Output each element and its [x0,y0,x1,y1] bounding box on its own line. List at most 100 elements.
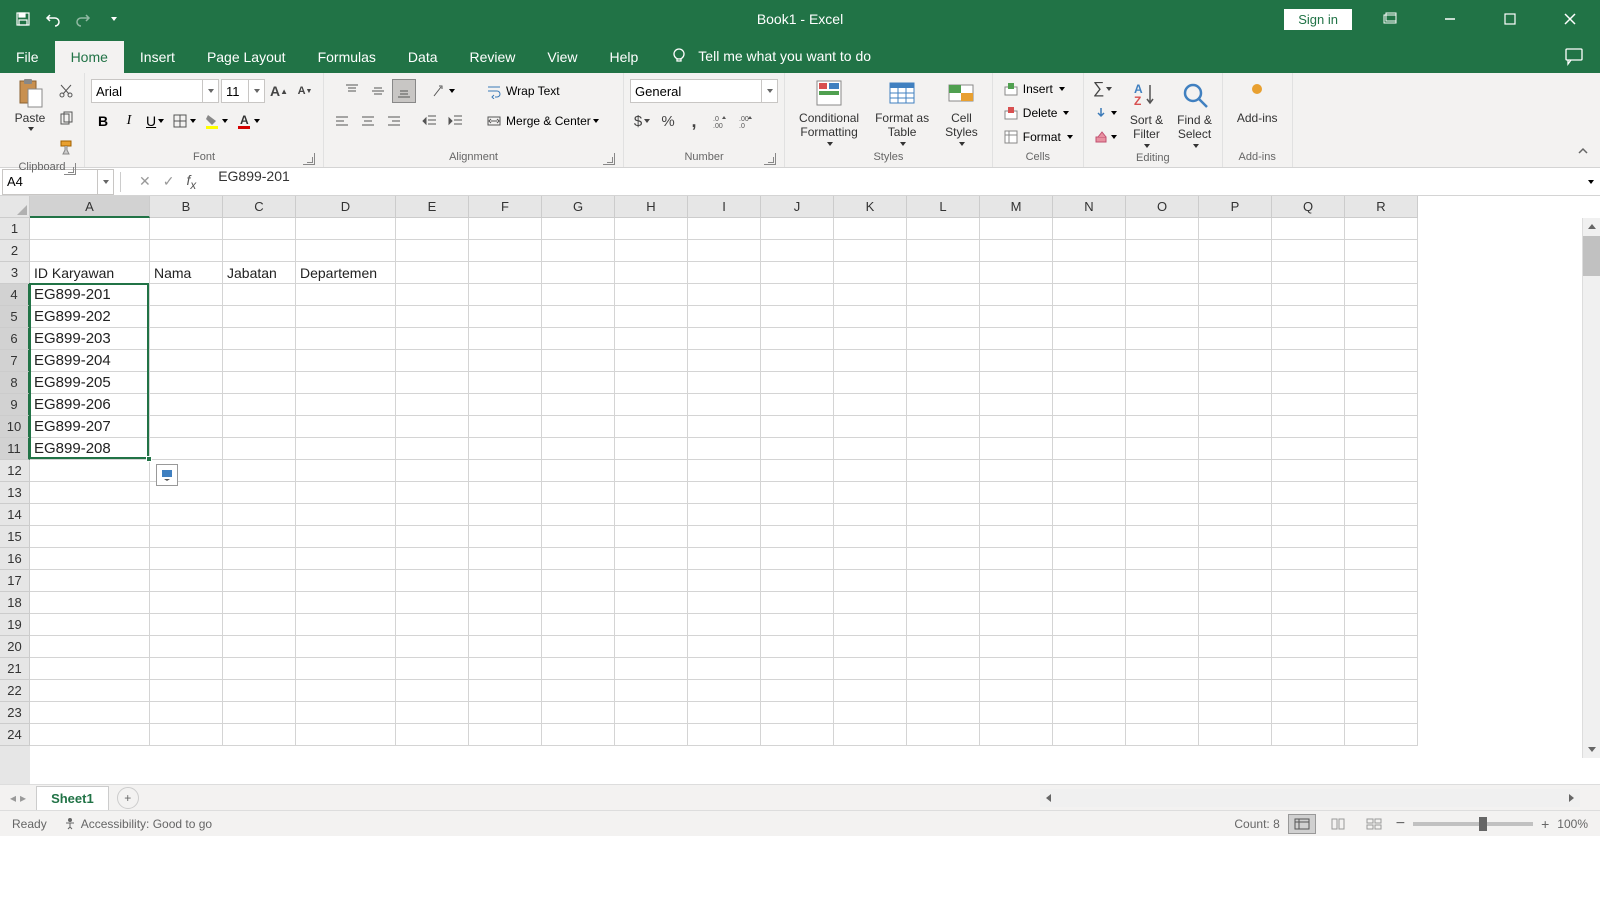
cell-P8[interactable] [1199,372,1272,394]
cell-K11[interactable] [834,438,907,460]
cell-R21[interactable] [1345,658,1418,680]
cell-B6[interactable] [150,328,223,350]
cell-Q10[interactable] [1272,416,1345,438]
cell-R8[interactable] [1345,372,1418,394]
cell-Q21[interactable] [1272,658,1345,680]
cell-I9[interactable] [688,394,761,416]
cell-A10[interactable]: EG899-207 [30,416,150,438]
cell-C19[interactable] [223,614,296,636]
cell-I2[interactable] [688,240,761,262]
cell-N19[interactable] [1053,614,1126,636]
cell-P13[interactable] [1199,482,1272,504]
row-header-4[interactable]: 4 [0,284,30,306]
cell-G8[interactable] [542,372,615,394]
cell-O12[interactable] [1126,460,1199,482]
cell-M11[interactable] [980,438,1053,460]
cell-Q3[interactable] [1272,262,1345,284]
cell-G3[interactable] [542,262,615,284]
formula-input[interactable]: EG899-201 [210,168,1580,195]
cell-I11[interactable] [688,438,761,460]
cell-A8[interactable]: EG899-205 [30,372,150,394]
cell-F17[interactable] [469,570,542,592]
cell-M3[interactable] [980,262,1053,284]
cell-I22[interactable] [688,680,761,702]
cell-P4[interactable] [1199,284,1272,306]
scroll-right-icon[interactable] [1562,789,1580,807]
cell-E1[interactable] [396,218,469,240]
cell-B20[interactable] [150,636,223,658]
cell-O2[interactable] [1126,240,1199,262]
cell-R9[interactable] [1345,394,1418,416]
cell-J6[interactable] [761,328,834,350]
cell-M7[interactable] [980,350,1053,372]
cell-A21[interactable] [30,658,150,680]
cell-D8[interactable] [296,372,396,394]
cell-R12[interactable] [1345,460,1418,482]
border-icon[interactable] [169,109,199,133]
cell-Q20[interactable] [1272,636,1345,658]
cell-M23[interactable] [980,702,1053,724]
cell-O4[interactable] [1126,284,1199,306]
row-header-16[interactable]: 16 [0,548,30,570]
cell-R6[interactable] [1345,328,1418,350]
format-painter-icon[interactable] [54,135,78,159]
cell-H13[interactable] [615,482,688,504]
cell-I20[interactable] [688,636,761,658]
cell-A1[interactable] [30,218,150,240]
cell-D7[interactable] [296,350,396,372]
fx-icon[interactable]: fx [186,172,196,192]
cell-K4[interactable] [834,284,907,306]
cell-A20[interactable] [30,636,150,658]
cell-M19[interactable] [980,614,1053,636]
zoom-level[interactable]: 100% [1557,817,1588,831]
cell-E24[interactable] [396,724,469,746]
cell-B15[interactable] [150,526,223,548]
cell-R14[interactable] [1345,504,1418,526]
cell-L14[interactable] [907,504,980,526]
cell-D11[interactable] [296,438,396,460]
decrease-indent-icon[interactable] [418,109,442,133]
cell-C2[interactable] [223,240,296,262]
cell-D16[interactable] [296,548,396,570]
cell-G13[interactable] [542,482,615,504]
cell-K20[interactable] [834,636,907,658]
cell-N13[interactable] [1053,482,1126,504]
column-headers[interactable]: ABCDEFGHIJKLMNOPQR [30,196,1418,218]
cell-H4[interactable] [615,284,688,306]
cell-F21[interactable] [469,658,542,680]
cell-A13[interactable] [30,482,150,504]
cell-P15[interactable] [1199,526,1272,548]
cell-F9[interactable] [469,394,542,416]
cell-P10[interactable] [1199,416,1272,438]
cell-G17[interactable] [542,570,615,592]
cell-Q11[interactable] [1272,438,1345,460]
cell-E7[interactable] [396,350,469,372]
cell-E5[interactable] [396,306,469,328]
cell-J23[interactable] [761,702,834,724]
cell-F11[interactable] [469,438,542,460]
cell-C1[interactable] [223,218,296,240]
cell-F22[interactable] [469,680,542,702]
cell-D2[interactable] [296,240,396,262]
cell-M15[interactable] [980,526,1053,548]
cell-N7[interactable] [1053,350,1126,372]
cell-B8[interactable] [150,372,223,394]
new-sheet-button[interactable]: + [117,787,139,809]
zoom-in-button[interactable]: + [1541,816,1549,832]
col-header-G[interactable]: G [542,196,615,218]
cell-I18[interactable] [688,592,761,614]
cell-P14[interactable] [1199,504,1272,526]
autofill-options-button[interactable] [156,464,178,486]
cell-O8[interactable] [1126,372,1199,394]
cell-M22[interactable] [980,680,1053,702]
cell-Q23[interactable] [1272,702,1345,724]
cell-C23[interactable] [223,702,296,724]
increase-font-icon[interactable]: A▲ [267,79,291,103]
cell-J7[interactable] [761,350,834,372]
cell-M12[interactable] [980,460,1053,482]
cell-I5[interactable] [688,306,761,328]
close-icon[interactable] [1548,0,1592,38]
cell-C24[interactable] [223,724,296,746]
clipboard-launcher[interactable] [64,163,76,175]
comments-icon[interactable] [1564,46,1584,66]
